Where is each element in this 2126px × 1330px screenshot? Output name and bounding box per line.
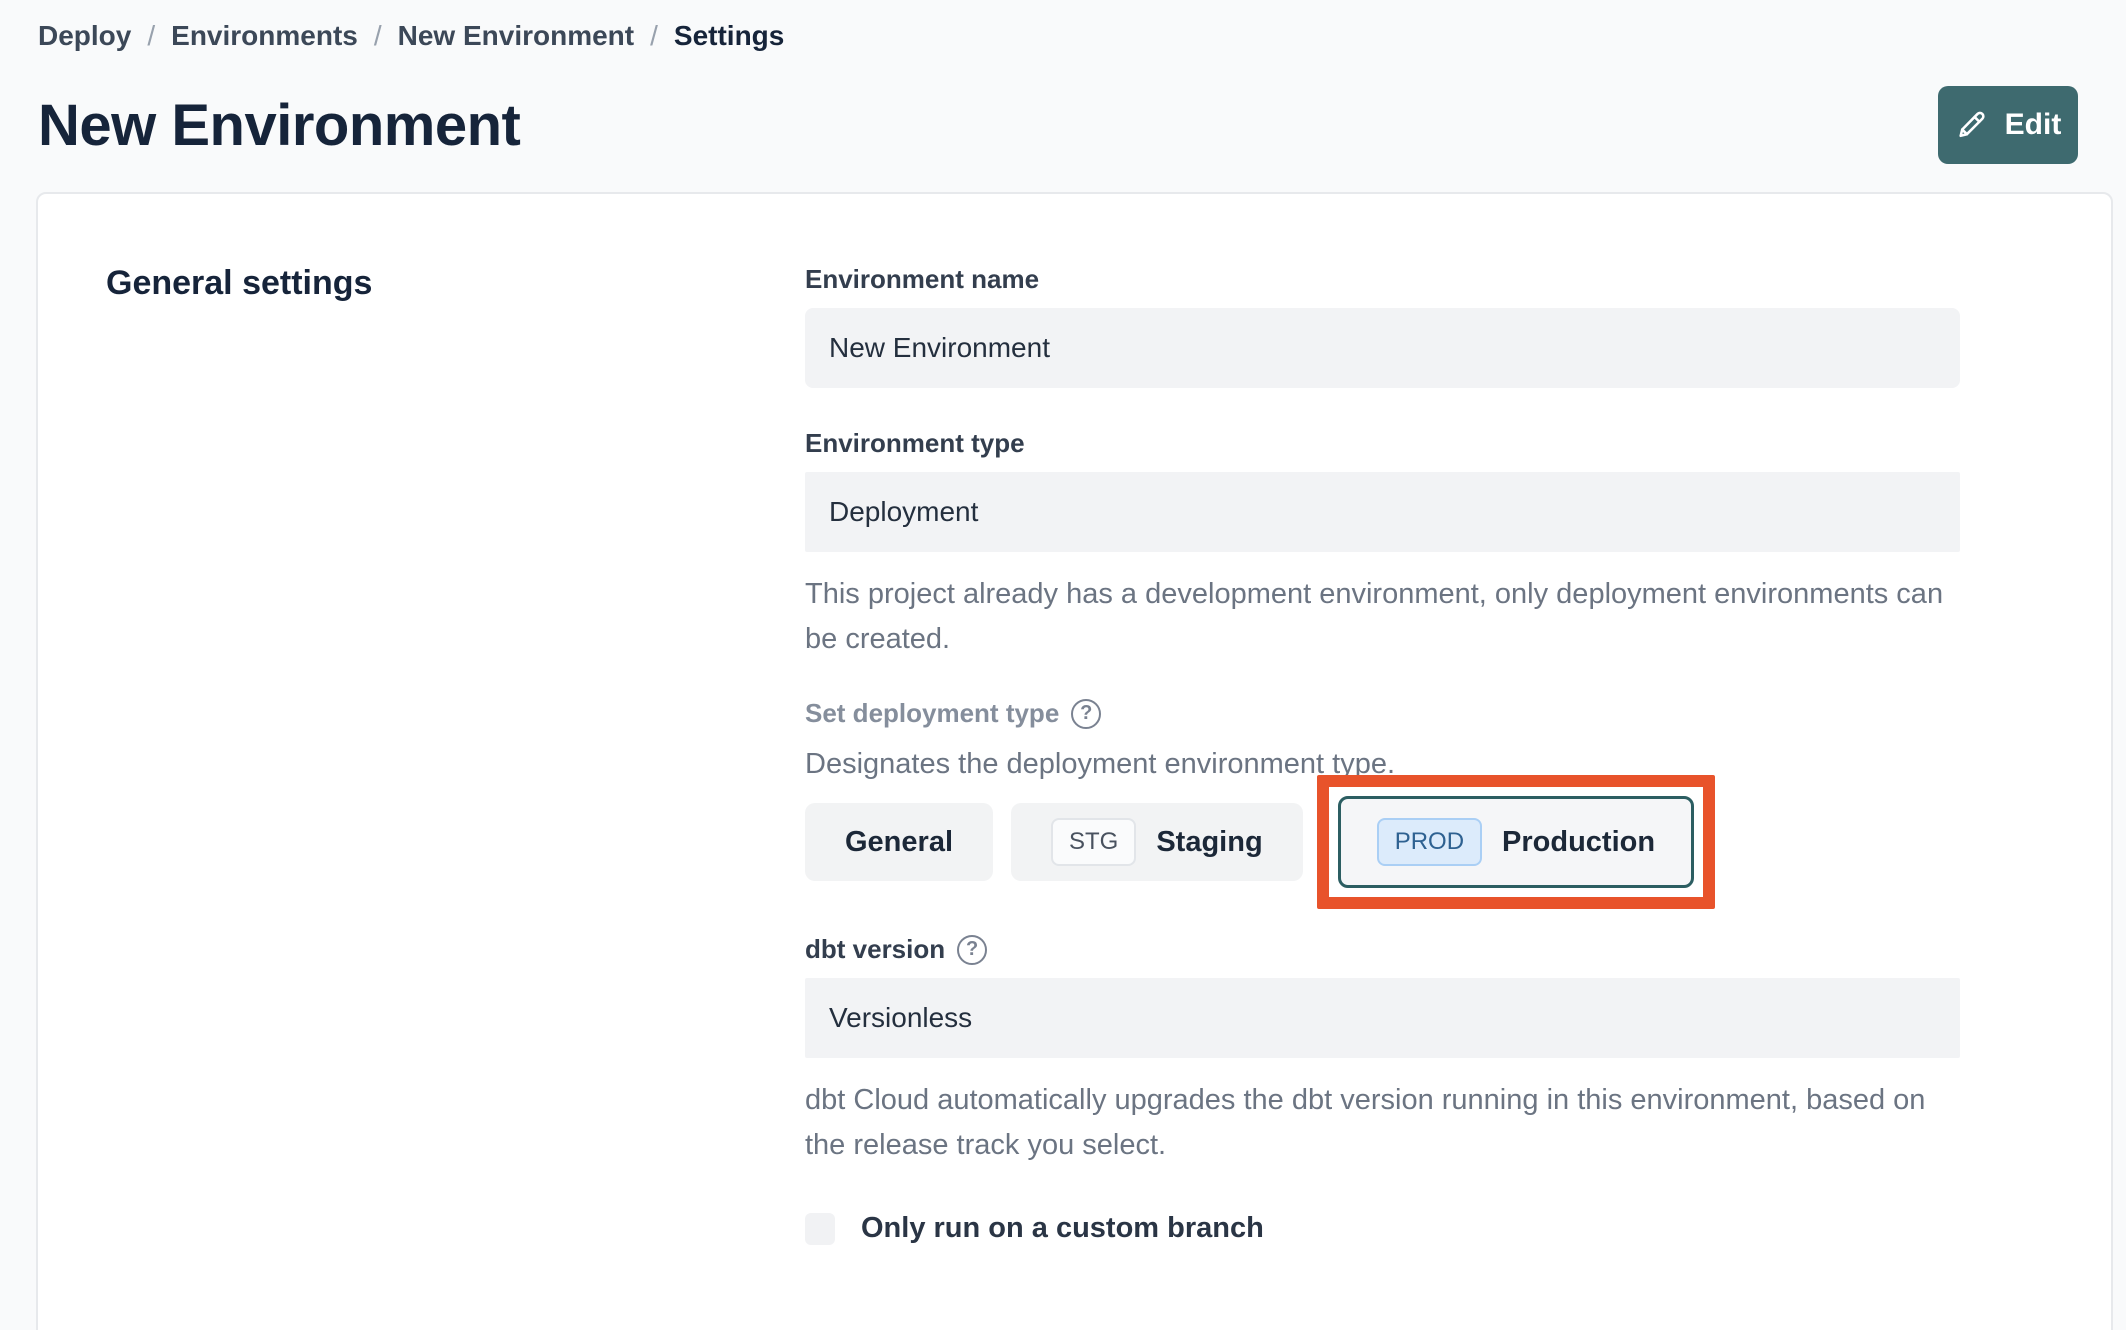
breadcrumb: Deploy / Environments / New Environment … (38, 20, 2078, 52)
deployment-type-group: Set deployment type ? Designates the dep… (805, 698, 1960, 909)
deployment-type-options: General STG Staging PROD Production (805, 775, 1960, 909)
breadcrumb-item-settings: Settings (673, 20, 785, 51)
pencil-icon (1955, 108, 1989, 142)
page-header: Deploy / Environments / New Environment … (0, 0, 2126, 164)
breadcrumb-separator: / (650, 20, 658, 51)
page-title: New Environment (38, 92, 521, 158)
dbt-version-label-text: dbt version (805, 934, 946, 964)
annotation-highlight-rectangle: PROD Production (1316, 775, 1716, 909)
staging-badge: STG (1051, 818, 1137, 866)
edit-button[interactable]: Edit (1938, 86, 2078, 164)
custom-branch-label: Only run on a custom branch (861, 1212, 1264, 1244)
option-production-label: Production (1502, 825, 1656, 858)
deployment-type-label: Set deployment type ? (805, 698, 1960, 729)
option-general-label: General (845, 825, 953, 858)
deployment-type-label-text: Set deployment type (805, 698, 1060, 728)
dbt-version-helper: dbt Cloud automatically upgrades the dbt… (805, 1084, 1926, 1161)
breadcrumb-separator: / (373, 20, 382, 51)
environment-name-group: Environment name (805, 264, 1960, 388)
environment-type-group: Environment type This project already ha… (805, 428, 1960, 662)
prod-badge: PROD (1376, 818, 1483, 866)
environment-type-input[interactable] (805, 472, 1960, 552)
breadcrumb-item-environments[interactable]: Environments (171, 20, 358, 52)
help-circle-icon[interactable]: ? (957, 934, 988, 965)
dbt-version-input[interactable] (805, 978, 1960, 1058)
environment-name-label: Environment name (805, 264, 1040, 294)
dbt-version-group: dbt version ? dbt Cloud automatically up… (805, 934, 1960, 1168)
breadcrumb-separator: / (147, 20, 156, 51)
dbt-version-label: dbt version ? (805, 934, 1960, 965)
option-general-button[interactable]: General (805, 803, 993, 881)
help-circle-icon[interactable]: ? (1071, 698, 1102, 729)
breadcrumb-item-deploy[interactable]: Deploy (38, 20, 131, 52)
breadcrumb-item-new-environment[interactable]: New Environment (398, 20, 634, 52)
option-staging-button[interactable]: STG Staging (1011, 803, 1303, 881)
environment-name-input[interactable] (805, 308, 1960, 388)
option-production-button[interactable]: PROD Production (1337, 796, 1695, 888)
edit-button-label: Edit (2004, 108, 2062, 141)
custom-branch-row: Only run on a custom branch (805, 1212, 1960, 1245)
general-settings-card: General settings Environment name Enviro… (36, 192, 2113, 1330)
environment-type-helper: This project already has a development e… (805, 578, 1944, 655)
option-staging-label: Staging (1156, 825, 1263, 858)
environment-type-label: Environment type (805, 428, 1025, 458)
custom-branch-checkbox[interactable] (805, 1212, 835, 1245)
section-title: General settings (106, 264, 373, 302)
